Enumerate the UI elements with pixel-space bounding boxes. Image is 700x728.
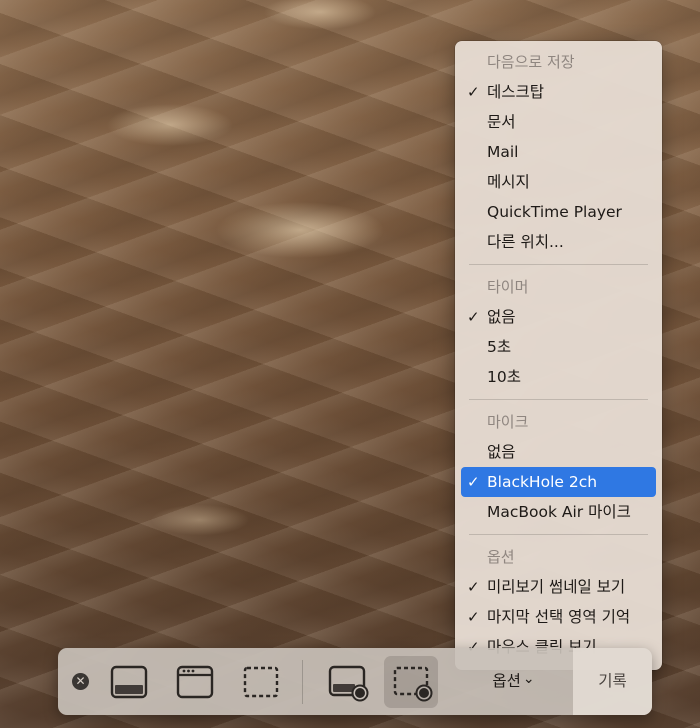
menu-item-label: 데스크탑 xyxy=(487,83,545,101)
menu-item-label: 없음 xyxy=(487,443,516,461)
menu-item-other-location[interactable]: 다른 위치... xyxy=(461,227,656,257)
checkmark-icon: ✓ xyxy=(467,473,480,491)
menu-header-options: 옵션 xyxy=(487,548,515,566)
chevron-down-icon: ⌄ xyxy=(522,671,535,687)
entire-screen-icon xyxy=(110,665,148,699)
dashed-selection-icon xyxy=(243,666,279,698)
menu-item-label: 5초 xyxy=(487,338,512,356)
menu-separator xyxy=(469,399,648,400)
menu-item-quicktime[interactable]: QuickTime Player xyxy=(461,197,656,227)
menu-item-label: 미리보기 썸네일 보기 xyxy=(487,578,626,596)
checkmark-icon: ✓ xyxy=(467,308,480,326)
menu-item-documents[interactable]: 문서 xyxy=(461,107,656,137)
menu-item-label: MacBook Air 마이크 xyxy=(487,503,631,521)
checkmark-icon: ✓ xyxy=(467,608,480,626)
menu-item-label: QuickTime Player xyxy=(487,203,622,221)
screenshot-toolbar: ✕ 옵션 ⌄ 기록 xyxy=(58,648,652,715)
menu-item-label: 다른 위치... xyxy=(487,233,564,251)
options-label: 옵션 xyxy=(492,672,521,690)
close-icon[interactable]: ✕ xyxy=(72,673,89,690)
menu-item-label: 10초 xyxy=(487,368,521,386)
checkmark-icon: ✓ xyxy=(467,83,480,101)
menu-item-mic-macbook-air[interactable]: MacBook Air 마이크 xyxy=(461,497,656,527)
options-button[interactable]: 옵션 ⌄ xyxy=(456,648,571,715)
record-button[interactable]: 기록 xyxy=(573,648,652,715)
menu-item-mic-none[interactable]: 없음 xyxy=(461,437,656,467)
checkmark-icon: ✓ xyxy=(467,578,480,596)
menu-item-label: 없음 xyxy=(487,308,516,326)
menu-item-label: 문서 xyxy=(487,113,516,131)
menu-item-mic-blackhole[interactable]: ✓ BlackHole 2ch xyxy=(461,467,656,497)
menu-item-remember-selection[interactable]: ✓ 마지막 선택 영역 기억 xyxy=(461,602,656,632)
menu-item-timer-10s[interactable]: 10초 xyxy=(461,362,656,392)
menu-item-timer-none[interactable]: ✓ 없음 xyxy=(461,302,656,332)
menu-separator xyxy=(469,534,648,535)
menu-header-save-to: 다음으로 저장 xyxy=(487,53,575,71)
menu-separator xyxy=(469,264,648,265)
menu-header-microphone: 마이크 xyxy=(487,413,529,431)
menu-item-mail[interactable]: Mail xyxy=(461,137,656,167)
menu-item-label: 메시지 xyxy=(487,173,530,191)
menu-item-label: 마지막 선택 영역 기억 xyxy=(487,608,631,626)
menu-header-timer: 타이머 xyxy=(487,278,529,296)
capture-entire-screen-button[interactable] xyxy=(102,656,156,708)
record-screen-icon xyxy=(328,665,369,702)
record-selection-icon xyxy=(393,666,433,702)
capture-selection-button[interactable] xyxy=(234,656,288,708)
capture-window-button[interactable] xyxy=(168,656,222,708)
menu-item-timer-5s[interactable]: 5초 xyxy=(461,332,656,362)
menu-item-label: Mail xyxy=(487,143,519,161)
options-menu: 다음으로 저장 ✓ 데스크탑 문서 Mail 메시지 QuickTime Pla… xyxy=(455,41,662,670)
menu-item-messages[interactable]: 메시지 xyxy=(461,167,656,197)
menu-item-show-thumbnail[interactable]: ✓ 미리보기 썸네일 보기 xyxy=(461,572,656,602)
toolbar-divider xyxy=(302,660,303,704)
window-icon xyxy=(176,665,214,699)
menu-item-label: BlackHole 2ch xyxy=(487,473,598,491)
menu-item-desktop[interactable]: ✓ 데스크탑 xyxy=(461,77,656,107)
record-entire-screen-button[interactable] xyxy=(320,656,374,708)
record-selection-button[interactable] xyxy=(384,656,438,708)
